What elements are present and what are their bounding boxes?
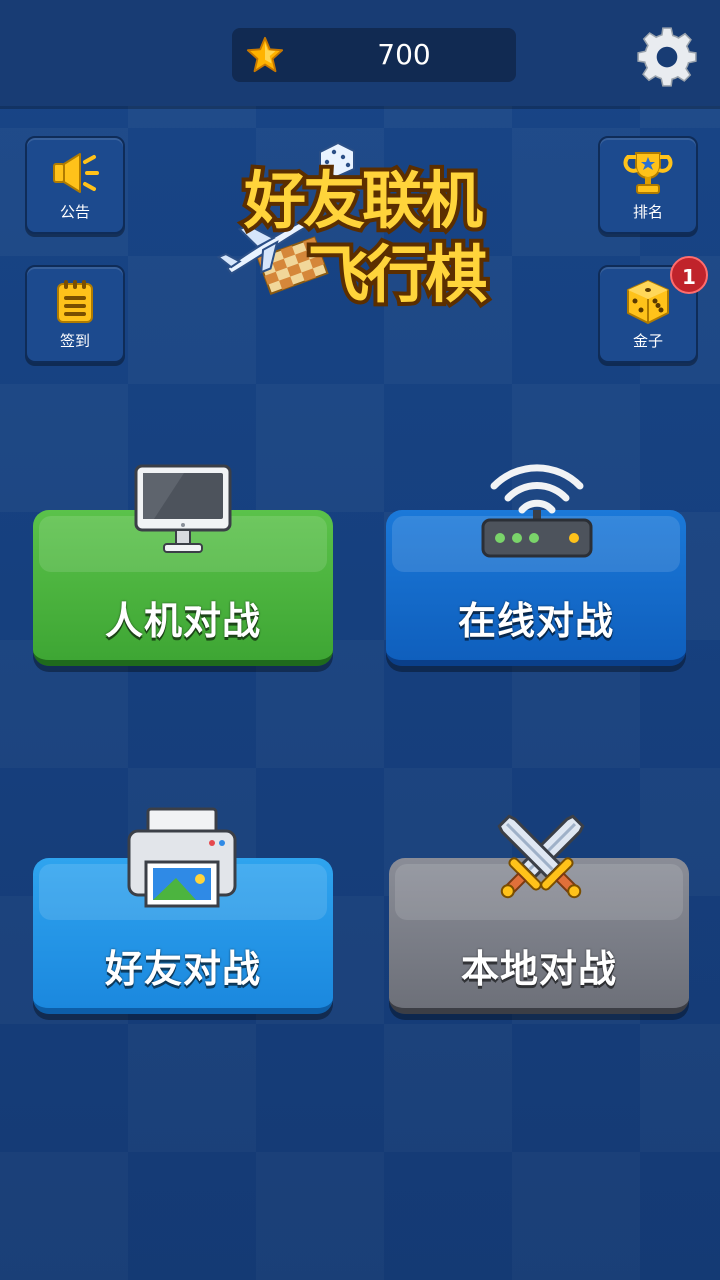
- gear-icon[interactable]: [634, 24, 700, 90]
- monitor-icon: [134, 464, 232, 553]
- megaphone-icon: [53, 153, 99, 193]
- announcement-button[interactable]: 公告: [25, 136, 125, 234]
- logo-line2: 飞行棋: [307, 238, 487, 311]
- ranking-button[interactable]: 排名: [598, 136, 698, 234]
- star-icon: [246, 36, 284, 73]
- checkin-label: 签到: [59, 332, 90, 350]
- vs-ai-label: 人机对战: [104, 599, 261, 643]
- friend-battle-label: 好友对战: [104, 947, 261, 991]
- online-battle-label: 在线对战: [457, 599, 614, 643]
- announcement-label: 公告: [59, 203, 90, 221]
- top-bar: 700: [0, 0, 720, 106]
- gold-label: 金子: [632, 332, 663, 350]
- local-battle-label: 本地对战: [460, 947, 617, 991]
- printer-icon: [127, 807, 237, 908]
- game-logo: 好友联机 飞行棋: [216, 141, 494, 312]
- router-icon: [481, 464, 593, 558]
- ranking-label: 排名: [632, 203, 663, 221]
- score-value: 700: [377, 38, 431, 71]
- notepad-icon: [57, 280, 93, 323]
- logo-line1: 好友联机: [243, 164, 483, 237]
- notification-badge: 1: [670, 256, 708, 294]
- trophy-icon: [623, 152, 673, 194]
- checkin-button[interactable]: 签到: [25, 265, 125, 363]
- crossed-swords-icon: [497, 814, 585, 899]
- dice-icon: [627, 280, 669, 324]
- score-display: 700: [232, 28, 516, 82]
